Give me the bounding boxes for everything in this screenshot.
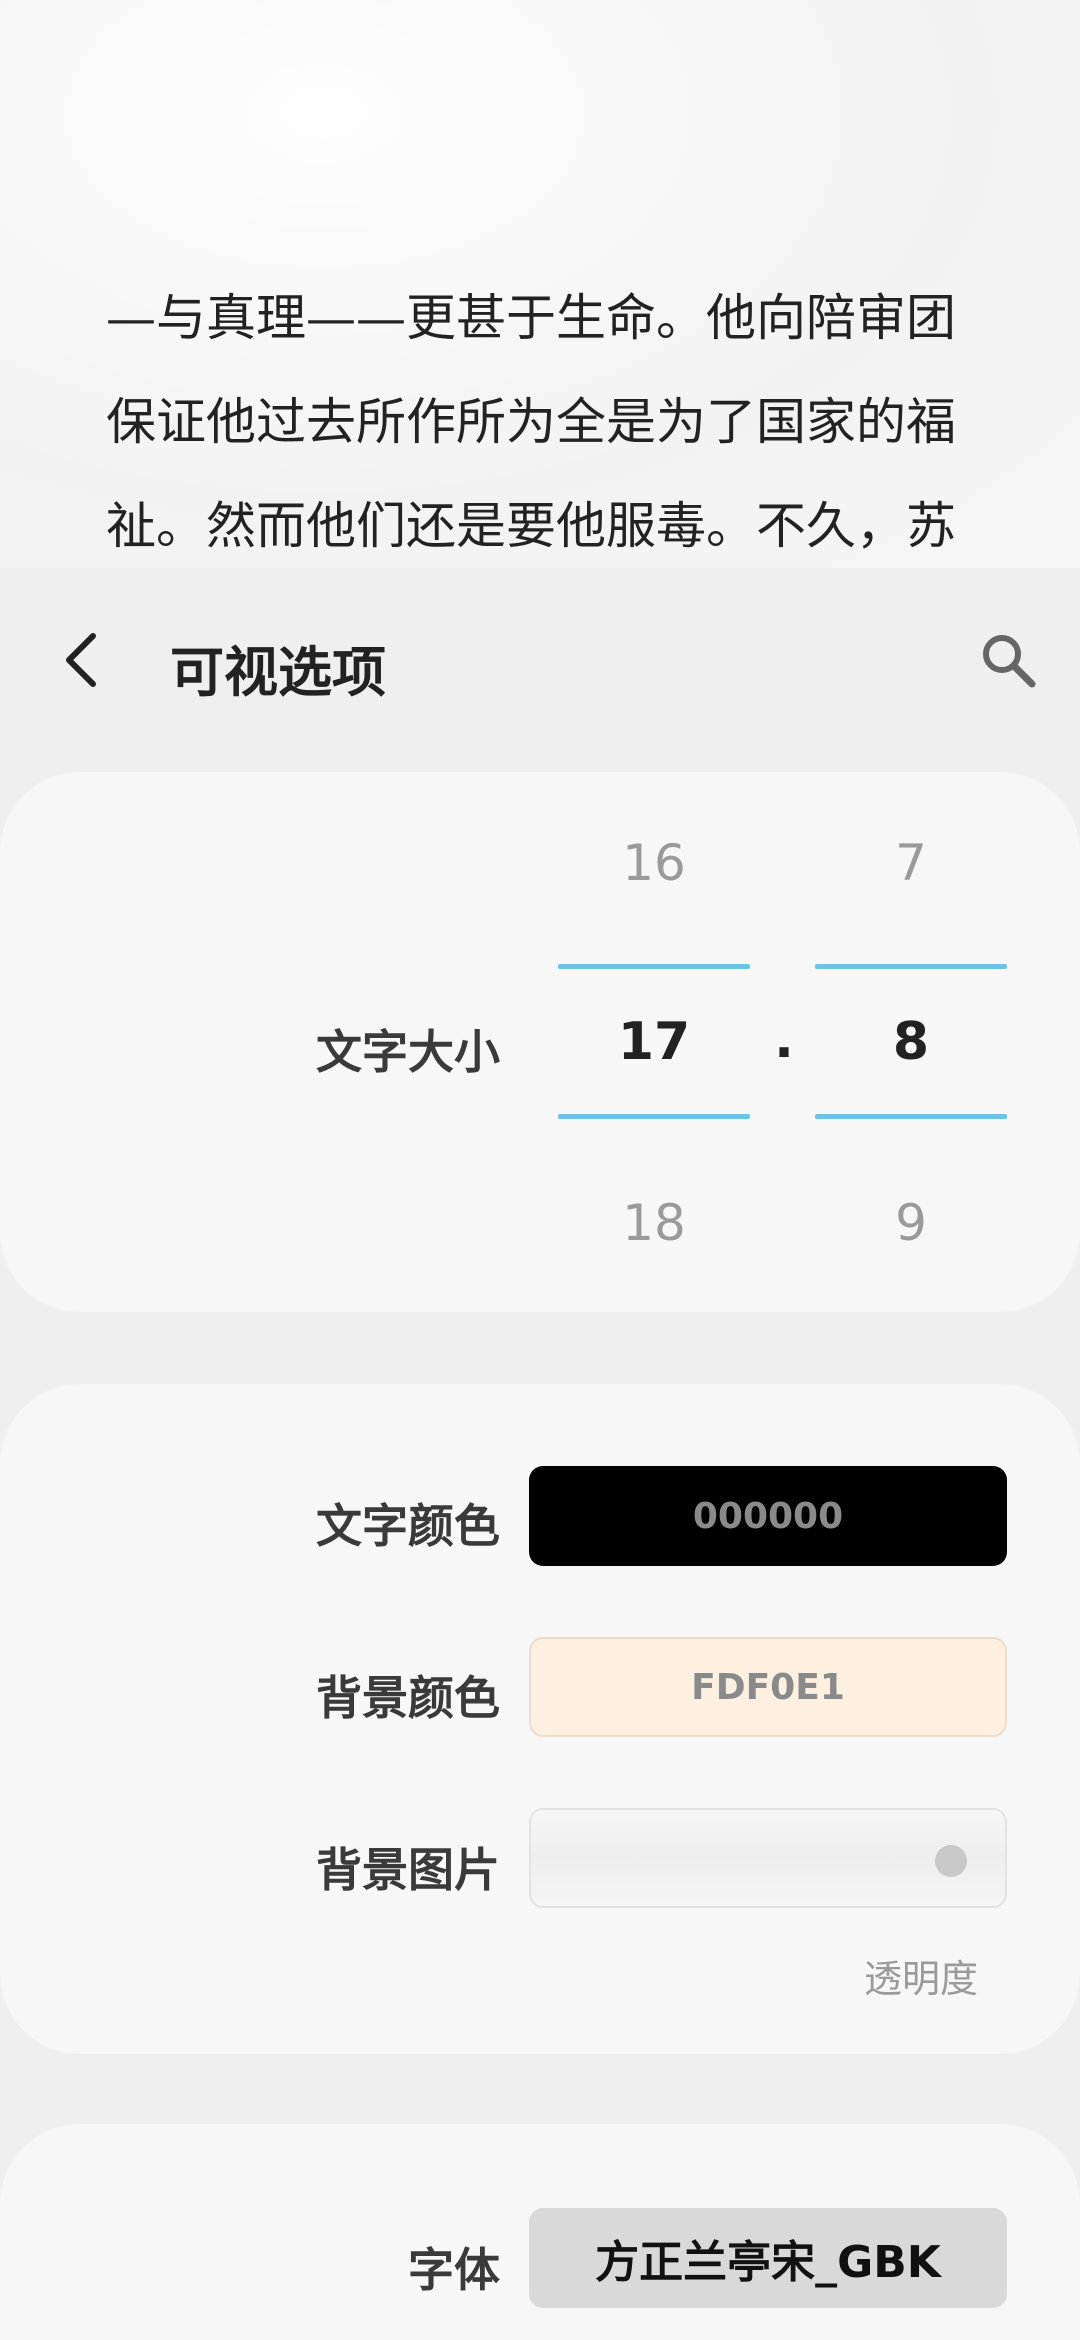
picker-option[interactable]: 16 bbox=[558, 834, 750, 892]
page-title: 可视选项 bbox=[170, 641, 386, 704]
bg-color-swatch[interactable]: FDF0E1 bbox=[529, 1637, 1007, 1737]
app-bar bbox=[0, 568, 1080, 758]
decimal-separator: . bbox=[774, 1010, 794, 1070]
opacity-label: 透明度 bbox=[864, 1957, 979, 2001]
picker-selection-line bbox=[815, 1114, 1007, 1119]
picker-selection-line bbox=[558, 964, 750, 969]
font-selector-button[interactable]: 方正兰亭宋_GBK bbox=[529, 2208, 1007, 2308]
picker-selected-value[interactable]: 8 bbox=[815, 1012, 1007, 1072]
picker-selected-value[interactable]: 17 bbox=[558, 1012, 750, 1072]
bg-image-label: 背景图片 bbox=[316, 1843, 500, 1897]
picker-selection-line bbox=[815, 964, 1007, 969]
font-label: 字体 bbox=[408, 2243, 500, 2297]
picker-option[interactable]: 9 bbox=[815, 1194, 1007, 1252]
search-icon bbox=[983, 635, 1036, 688]
font-size-label: 文字大小 bbox=[316, 1025, 500, 1079]
text-color-label: 文字颜色 bbox=[316, 1499, 500, 1553]
preview-line: 祉。然而他们还是要他服毒。不久，苏 bbox=[106, 497, 956, 555]
picker-selection-line bbox=[558, 1114, 750, 1119]
bg-image-swatch[interactable] bbox=[529, 1808, 1007, 1908]
back-button[interactable] bbox=[46, 620, 116, 700]
preview-line: 保证他过去所作所为全是为了国家的福 bbox=[106, 393, 956, 451]
text-color-swatch[interactable]: 000000 bbox=[529, 1466, 1007, 1566]
picker-option[interactable]: 18 bbox=[558, 1194, 750, 1252]
opacity-slider-handle[interactable] bbox=[935, 1845, 967, 1877]
picker-option[interactable]: 7 bbox=[815, 834, 1007, 892]
bg-color-label: 背景颜色 bbox=[316, 1671, 500, 1725]
chevron-left-icon bbox=[66, 633, 96, 687]
preview-line: —与真理——更甚于生命。他向陪审团 bbox=[106, 289, 956, 347]
visual-options-screen: —与真理——更甚于生命。他向陪审团 保证他过去所作所为全是为了国家的福 祉。然而… bbox=[0, 0, 1080, 2340]
reading-preview: —与真理——更甚于生命。他向陪审团 保证他过去所作所为全是为了国家的福 祉。然而… bbox=[0, 0, 1080, 568]
search-button[interactable] bbox=[970, 622, 1046, 698]
